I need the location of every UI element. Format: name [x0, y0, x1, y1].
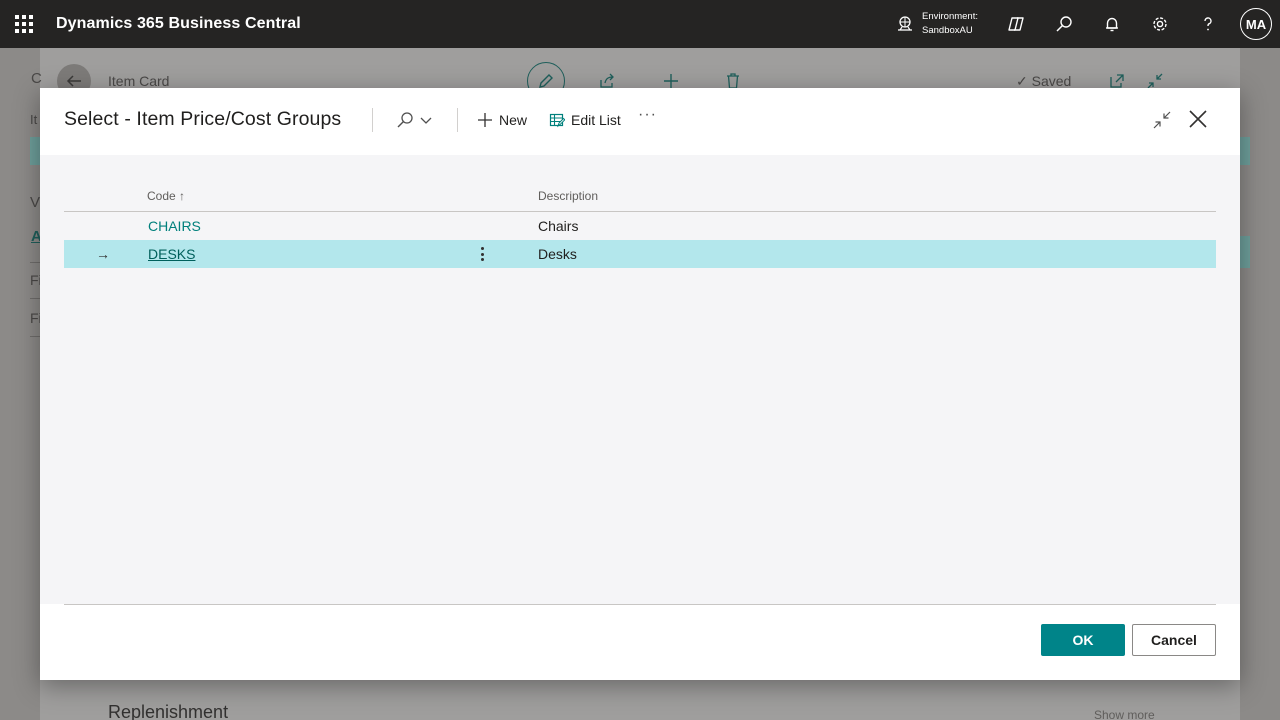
background-strip — [30, 137, 40, 165]
help-icon — [1204, 17, 1212, 31]
user-avatar[interactable]: MA — [1240, 8, 1272, 40]
toolbar-separator — [457, 108, 458, 132]
cancel-button[interactable]: Cancel — [1132, 624, 1216, 656]
background-replenishment-heading: Replenishment — [108, 702, 229, 720]
chevron-down-icon — [420, 117, 432, 124]
background-show-more: Show more — [1094, 708, 1155, 720]
lookup-dialog: Select - Item Price/Cost Groups New Edit… — [40, 88, 1240, 680]
column-header-code[interactable]: Code ↑ — [147, 189, 185, 203]
environment-label: Environment: — [922, 11, 978, 22]
dialog-title: Select - Item Price/Cost Groups — [64, 108, 342, 130]
background-page-title: Item Card — [108, 73, 170, 89]
environment-name: SandboxAU — [922, 25, 973, 36]
copilot-icon — [1008, 17, 1024, 31]
app-title[interactable]: Dynamics 365 Business Central — [56, 15, 301, 33]
row-description: Chairs — [538, 218, 579, 234]
notifications-button[interactable] — [1088, 0, 1136, 48]
table-row[interactable]: CHAIRS Chairs — [64, 212, 1216, 240]
search-icon — [397, 112, 413, 128]
column-header-description[interactable]: Description — [538, 189, 598, 203]
search-icon — [1056, 16, 1072, 32]
background-fragment: V — [30, 194, 41, 211]
collapse-dialog-button[interactable] — [1152, 110, 1172, 130]
help-button[interactable] — [1184, 0, 1232, 48]
background-strip — [1240, 236, 1250, 268]
background-divider — [30, 262, 40, 263]
arrow-right-icon: → — [96, 246, 110, 262]
row-actions-kebab-icon[interactable] — [479, 244, 485, 264]
edit-list-icon — [549, 113, 565, 128]
row-description: Desks — [538, 246, 577, 262]
gear-icon — [1153, 17, 1167, 31]
column-header-code-label: Code — [147, 189, 176, 203]
copilot-button[interactable] — [992, 0, 1040, 48]
sort-ascending-icon: ↑ — [179, 189, 186, 203]
settings-button[interactable] — [1136, 0, 1184, 48]
list-area: Code ↑ Description CHAIRS Chairs → DESKS… — [40, 155, 1240, 604]
new-button-label: New — [499, 112, 528, 128]
plus-icon — [478, 113, 492, 127]
new-button[interactable]: New — [477, 108, 527, 132]
app-bar: Dynamics 365 Business Central Environmen… — [0, 0, 1280, 48]
close-dialog-button[interactable] — [1187, 108, 1209, 130]
checkmark-icon: ✓ — [1016, 73, 1028, 89]
background-divider — [30, 336, 40, 337]
bell-icon — [1106, 17, 1118, 32]
edit-list-button[interactable]: Edit List — [549, 108, 621, 132]
row-code-link[interactable]: DESKS — [148, 246, 195, 262]
background-divider — [30, 298, 40, 299]
search-button[interactable] — [1040, 0, 1088, 48]
background-fragment: C — [31, 70, 42, 87]
environment-icon — [898, 16, 913, 31]
background-strip — [1240, 137, 1250, 165]
background-saved-label: Saved — [1031, 73, 1072, 89]
row-code-link[interactable]: CHAIRS — [148, 218, 201, 234]
more-actions-button[interactable]: ··· — [638, 106, 657, 124]
toolbar-separator — [372, 108, 373, 132]
dialog-header: Select - Item Price/Cost Groups New Edit… — [40, 88, 1240, 155]
edit-list-label: Edit List — [571, 112, 621, 128]
background-fragment: It — [30, 112, 38, 127]
dialog-footer: OK Cancel — [40, 605, 1240, 680]
environment-indicator[interactable]: Environment: SandboxAU — [896, 10, 978, 38]
waffle-icon — [15, 15, 33, 33]
table-row-selected[interactable]: → DESKS Desks — [64, 240, 1216, 268]
app-launcher-button[interactable] — [0, 0, 48, 48]
ok-button[interactable]: OK — [1041, 624, 1125, 656]
search-button[interactable] — [395, 107, 433, 133]
